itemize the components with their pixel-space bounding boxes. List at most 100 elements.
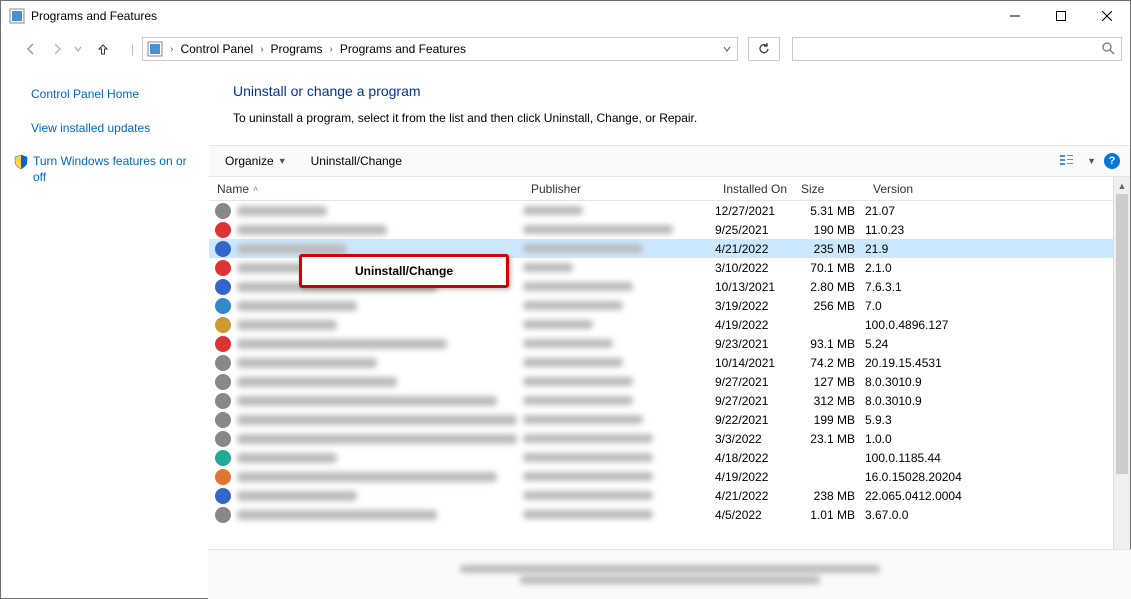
organize-button[interactable]: Organize ▼ [219,152,293,170]
refresh-button[interactable] [748,37,780,61]
installed-on: 9/23/2021 [715,337,793,351]
breadcrumb-icon [147,41,163,57]
table-row[interactable]: 4/19/202216.0.15028.20204 [209,467,1130,486]
table-row[interactable]: 12/27/20215.31 MB21.07 [209,201,1130,220]
chevron-right-icon[interactable]: › [257,44,266,55]
installed-on: 4/5/2022 [715,508,793,522]
column-publisher[interactable]: Publisher [523,182,715,196]
uninstall-label: Uninstall/Change [311,154,402,168]
sidebar-item-features[interactable]: Turn Windows features on or off [33,154,199,185]
size: 127 MB [793,375,865,389]
table-row[interactable]: 4/5/20221.01 MB3.67.0.0 [209,505,1130,524]
chevron-down-icon[interactable]: ▼ [1087,156,1096,166]
sidebar-item-updates[interactable]: View installed updates [31,121,199,137]
program-name [237,396,497,406]
uninstall-button[interactable]: Uninstall/Change [305,152,408,170]
breadcrumb-mid[interactable]: Programs [267,42,327,56]
installed-on: 4/19/2022 [715,470,793,484]
window-title: Programs and Features [31,9,992,23]
recent-locations-dropdown[interactable] [71,45,85,53]
chevron-right-icon[interactable]: › [327,44,336,55]
table-row[interactable]: 3/19/2022256 MB7.0 [209,296,1130,315]
help-icon[interactable]: ? [1104,153,1120,169]
version: 8.0.3010.9 [865,375,1005,389]
publisher-name [523,282,633,291]
view-options-button[interactable] [1059,153,1075,169]
context-uninstall[interactable]: Uninstall/Change [302,257,506,285]
search-box[interactable] [792,37,1122,61]
table-row[interactable]: 9/22/2021199 MB5.9.3 [209,410,1130,429]
breadcrumb-root[interactable]: Control Panel [176,42,257,56]
search-icon[interactable] [1101,41,1115,58]
program-name [237,510,437,520]
vertical-scrollbar[interactable]: ▲ ▼ [1113,177,1130,598]
installed-on: 9/27/2021 [715,375,793,389]
breadcrumb-dropdown[interactable] [717,42,737,56]
installed-on: 9/27/2021 [715,394,793,408]
column-name[interactable]: Name˄ [209,182,523,196]
column-installed[interactable]: Installed On [715,182,793,196]
publisher-name [523,320,593,329]
table-row[interactable]: 9/23/202193.1 MB5.24 [209,334,1130,353]
maximize-button[interactable] [1038,1,1084,31]
program-name [237,301,357,311]
program-name [237,491,357,501]
publisher-name [523,415,643,424]
search-input[interactable] [799,42,1101,56]
table-row[interactable]: 4/18/2022100.0.1185.44 [209,448,1130,467]
table-row[interactable]: 10/14/202174.2 MB20.19.15.4531 [209,353,1130,372]
version: 1.0.0 [865,432,1005,446]
program-name [237,472,497,482]
publisher-name [523,472,653,481]
breadcrumb-leaf[interactable]: Programs and Features [336,42,470,56]
program-name [237,225,387,235]
program-name [237,320,337,330]
installed-on: 10/14/2021 [715,356,793,370]
table-row[interactable]: 9/27/2021312 MB8.0.3010.9 [209,391,1130,410]
program-icon [215,336,231,352]
sidebar-item-home[interactable]: Control Panel Home [31,87,199,103]
sort-asc-icon: ˄ [253,184,258,194]
column-version[interactable]: Version [865,182,1005,196]
program-name [237,415,517,425]
size: 5.31 MB [793,204,865,218]
version: 20.19.15.4531 [865,356,1005,370]
publisher-name [523,301,623,310]
titlebar-icon [9,8,25,24]
size: 74.2 MB [793,356,865,370]
close-button[interactable] [1084,1,1130,31]
version: 22.065.0412.0004 [865,489,1005,503]
size: 199 MB [793,413,865,427]
publisher-name [523,510,653,519]
scrollbar-thumb[interactable] [1116,194,1128,474]
table-row[interactable]: 9/25/2021190 MB11.0.23 [209,220,1130,239]
publisher-name [523,434,653,443]
program-icon [215,412,231,428]
scroll-up-icon[interactable]: ▲ [1114,177,1130,194]
publisher-name [523,206,583,215]
program-icon [215,260,231,276]
table-row[interactable]: 3/3/202223.1 MB1.0.0 [209,429,1130,448]
up-button[interactable] [91,37,115,61]
breadcrumb[interactable]: › Control Panel › Programs › Programs an… [142,37,738,61]
column-size[interactable]: Size [793,182,865,196]
chevron-right-icon[interactable]: › [167,44,176,55]
size: 235 MB [793,242,865,256]
minimize-button[interactable] [992,1,1038,31]
version: 5.9.3 [865,413,1005,427]
size: 256 MB [793,299,865,313]
size: 190 MB [793,223,865,237]
back-button[interactable] [19,37,43,61]
chevron-down-icon: ▼ [278,156,287,166]
table-row[interactable]: 4/21/2022238 MB22.065.0412.0004 [209,486,1130,505]
table-row[interactable]: 9/27/2021127 MB8.0.3010.9 [209,372,1130,391]
size: 1.01 MB [793,508,865,522]
installed-on: 3/10/2022 [715,261,793,275]
version: 100.0.4896.127 [865,318,1005,332]
list-header: Name˄ Publisher Installed On Size Versio… [209,177,1130,201]
page-subhead: To uninstall a program, select it from t… [233,111,1130,125]
table-row[interactable]: 4/19/2022100.0.4896.127 [209,315,1130,334]
forward-button[interactable] [45,37,69,61]
size: 23.1 MB [793,432,865,446]
status-bar [208,549,1131,599]
